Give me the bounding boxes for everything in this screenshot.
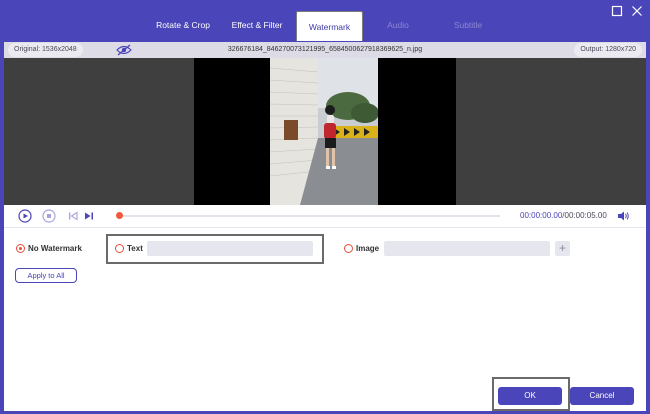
no-watermark-label[interactable]: No Watermark (28, 244, 82, 253)
previous-frame-icon[interactable] (66, 209, 80, 223)
tab-audio: Audio (387, 20, 409, 30)
timecode: 00:00:00.00/00:00:05.00 (520, 211, 607, 220)
add-image-icon[interactable]: + (555, 241, 570, 256)
cancel-button[interactable]: Cancel (570, 387, 634, 405)
image-watermark-input[interactable] (384, 241, 550, 256)
divider (4, 227, 646, 228)
ok-button[interactable]: OK (498, 387, 562, 405)
maximize-icon[interactable] (610, 4, 624, 18)
close-icon[interactable] (630, 4, 644, 18)
image-watermark-label[interactable]: Image (356, 244, 379, 253)
title-bar: Rotate & Crop Effect & Filter Watermark … (0, 0, 650, 42)
info-bar: Original: 1536x2048 326676184_8462700731… (4, 42, 646, 58)
next-frame-icon[interactable] (82, 209, 96, 223)
file-name: 326676184_846270073121995_65845006279183… (227, 46, 423, 53)
apply-to-all-button[interactable]: Apply to All (15, 268, 77, 283)
image-watermark-radio[interactable] (344, 244, 353, 253)
video-preview (4, 58, 646, 205)
tab-effect-filter[interactable]: Effect & Filter (224, 14, 290, 36)
play-icon[interactable] (18, 209, 32, 223)
progress-track[interactable] (120, 215, 500, 217)
video-frame (194, 58, 456, 205)
stop-icon[interactable] (42, 209, 56, 223)
player-controls: 00:00:00.00/00:00:05.00 (4, 205, 646, 227)
text-watermark-input[interactable] (147, 241, 313, 256)
current-time: 00:00:00.00 (520, 211, 563, 220)
tab-rotate-crop[interactable]: Rotate & Crop (150, 14, 216, 36)
total-time: 00:00:05.00 (564, 211, 607, 220)
output-resolution: Output: 1280x720 (574, 43, 642, 57)
preview-photo (270, 58, 378, 205)
text-watermark-radio[interactable] (115, 244, 124, 253)
progress-handle[interactable] (116, 212, 123, 219)
tab-watermark[interactable]: Watermark (296, 11, 363, 41)
frame-border-right (646, 42, 650, 414)
no-watermark-radio[interactable] (16, 244, 25, 253)
text-watermark-label[interactable]: Text (127, 244, 143, 253)
volume-icon[interactable] (616, 209, 630, 223)
tab-subtitle: Subtitle (453, 20, 483, 30)
